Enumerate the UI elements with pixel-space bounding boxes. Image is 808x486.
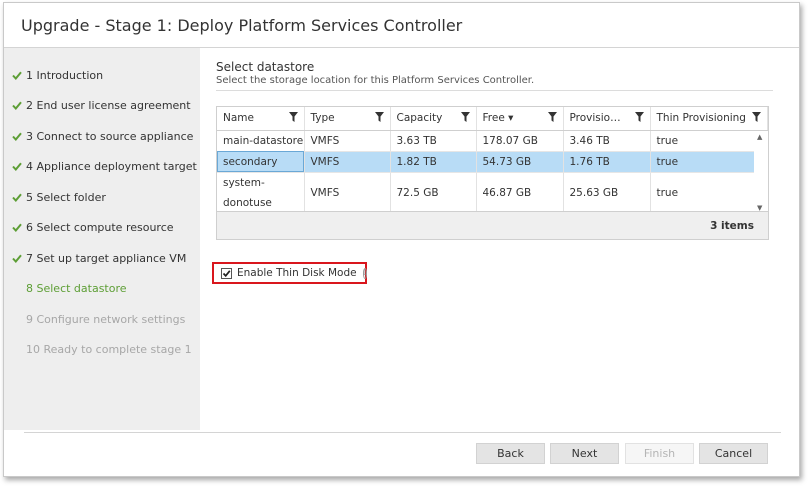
- checkmark-icon: [4, 132, 26, 141]
- next-button[interactable]: Next: [550, 443, 619, 464]
- upgrade-dialog: Upgrade - Stage 1: Deploy Platform Servi…: [3, 2, 800, 477]
- cell-provisioned: 25.63 GB: [563, 172, 651, 214]
- checkmark-icon: [4, 193, 26, 202]
- cell-capacity: 1.82 TB: [390, 151, 477, 173]
- checkmark-icon: [4, 162, 26, 171]
- step-label: 4 Appliance deployment target: [26, 159, 197, 173]
- column-label: Provisio…: [569, 112, 621, 125]
- filter-icon[interactable]: [460, 111, 470, 125]
- step-label: 8 Select datastore: [26, 281, 127, 295]
- cell-provisioned: 1.76 TB: [563, 151, 651, 173]
- grid-scrollbar[interactable]: ▲ ▼: [754, 131, 768, 214]
- column-label: Thin Provisioning: [656, 112, 746, 125]
- footer-divider: [24, 432, 781, 433]
- items-count: 3 items: [710, 220, 754, 232]
- checkmark-icon: [4, 71, 26, 80]
- cell-free: 46.87 GB: [476, 172, 564, 214]
- step-label: 5 Select folder: [26, 190, 106, 204]
- grid-header-row: Name Type Capacity Free ▾ Provisio… Thin…: [217, 107, 768, 131]
- column-header-thin-provisioning[interactable]: Thin Provisioning: [650, 107, 768, 131]
- column-label: Capacity: [396, 112, 443, 125]
- cell-name: main-datastore: [217, 130, 305, 152]
- filter-icon[interactable]: [288, 111, 298, 125]
- datastore-grid: Name Type Capacity Free ▾ Provisio… Thin…: [216, 106, 769, 240]
- step-label: 1 Introduction: [26, 68, 104, 82]
- step-label: 7 Set up target appliance VM: [26, 251, 187, 265]
- step-connect-source[interactable]: 3 Connect to source appliance: [4, 126, 193, 146]
- section-title: Select datastore: [216, 60, 315, 74]
- step-network-settings: 9 Configure network settings: [4, 309, 185, 329]
- step-label: 6 Select compute resource: [26, 220, 174, 234]
- table-row[interactable]: system-donotuse VMFS 72.5 GB 46.87 GB 25…: [217, 172, 768, 214]
- info-icon[interactable]: i: [362, 267, 368, 279]
- dialog-title: Upgrade - Stage 1: Deploy Platform Servi…: [21, 16, 463, 35]
- cell-type: VMFS: [304, 151, 391, 173]
- section-divider: [216, 90, 773, 91]
- cell-name: system-donotuse: [217, 172, 305, 214]
- checkmark-icon: [4, 223, 26, 232]
- thin-disk-mode-highlight: Enable Thin Disk Mode i: [212, 262, 368, 284]
- thin-disk-mode-label[interactable]: Enable Thin Disk Mode: [237, 267, 357, 279]
- cell-type: VMFS: [304, 130, 391, 152]
- checkmark-icon: [4, 254, 26, 263]
- column-header-type[interactable]: Type: [304, 107, 391, 131]
- step-compute-resource[interactable]: 6 Select compute resource: [4, 217, 174, 237]
- column-label: Free ▾: [482, 112, 514, 125]
- grid-footer: 3 items: [217, 211, 768, 239]
- filter-icon[interactable]: [547, 111, 557, 125]
- step-eula[interactable]: 2 End user license agreement: [4, 95, 191, 115]
- cell-free: 54.73 GB: [476, 151, 564, 173]
- wizard-steps-sidebar: 1 Introduction 2 End user license agreem…: [4, 48, 200, 430]
- cell-capacity: 3.63 TB: [390, 130, 477, 152]
- column-label: Name: [223, 112, 254, 125]
- cancel-button[interactable]: Cancel: [699, 443, 768, 464]
- filter-icon[interactable]: [751, 111, 761, 125]
- table-row-selected[interactable]: secondary VMFS 1.82 TB 54.73 GB 1.76 TB …: [217, 151, 768, 173]
- column-header-provisioned[interactable]: Provisio…: [563, 107, 651, 131]
- step-label: 2 End user license agreement: [26, 98, 191, 112]
- cell-thin: true: [650, 151, 768, 173]
- step-select-folder[interactable]: 5 Select folder: [4, 187, 106, 207]
- filter-icon[interactable]: [374, 111, 384, 125]
- cell-capacity: 72.5 GB: [390, 172, 477, 214]
- cell-name: secondary: [217, 151, 305, 173]
- table-row[interactable]: main-datastore VMFS 3.63 TB 178.07 GB 3.…: [217, 130, 768, 152]
- scroll-up-arrow-icon[interactable]: ▲: [757, 133, 762, 141]
- step-label: 10 Ready to complete stage 1: [26, 342, 192, 356]
- checkmark-icon: [4, 101, 26, 110]
- step-deployment-target[interactable]: 4 Appliance deployment target: [4, 156, 197, 176]
- finish-button: Finish: [625, 443, 694, 464]
- cell-thin: true: [650, 130, 768, 152]
- cell-type: VMFS: [304, 172, 391, 214]
- cell-provisioned: 3.46 TB: [563, 130, 651, 152]
- title-bar: Upgrade - Stage 1: Deploy Platform Servi…: [4, 3, 799, 48]
- filter-icon[interactable]: [634, 111, 644, 125]
- column-header-free[interactable]: Free ▾: [476, 107, 564, 131]
- column-label: Type: [310, 112, 335, 125]
- step-label: 3 Connect to source appliance: [26, 129, 194, 143]
- step-label: 9 Configure network settings: [26, 312, 186, 326]
- cell-free: 178.07 GB: [476, 130, 564, 152]
- step-select-datastore[interactable]: 8 Select datastore: [4, 278, 127, 298]
- back-button[interactable]: Back: [476, 443, 545, 464]
- step-introduction[interactable]: 1 Introduction: [4, 65, 103, 85]
- cell-thin: true: [650, 172, 768, 214]
- thin-disk-mode-checkbox[interactable]: [221, 267, 232, 279]
- column-header-capacity[interactable]: Capacity: [390, 107, 477, 131]
- step-target-vm[interactable]: 7 Set up target appliance VM: [4, 248, 186, 268]
- section-subtitle: Select the storage location for this Pla…: [216, 75, 535, 86]
- column-header-name[interactable]: Name: [217, 107, 305, 131]
- step-ready-to-complete: 10 Ready to complete stage 1: [4, 339, 192, 359]
